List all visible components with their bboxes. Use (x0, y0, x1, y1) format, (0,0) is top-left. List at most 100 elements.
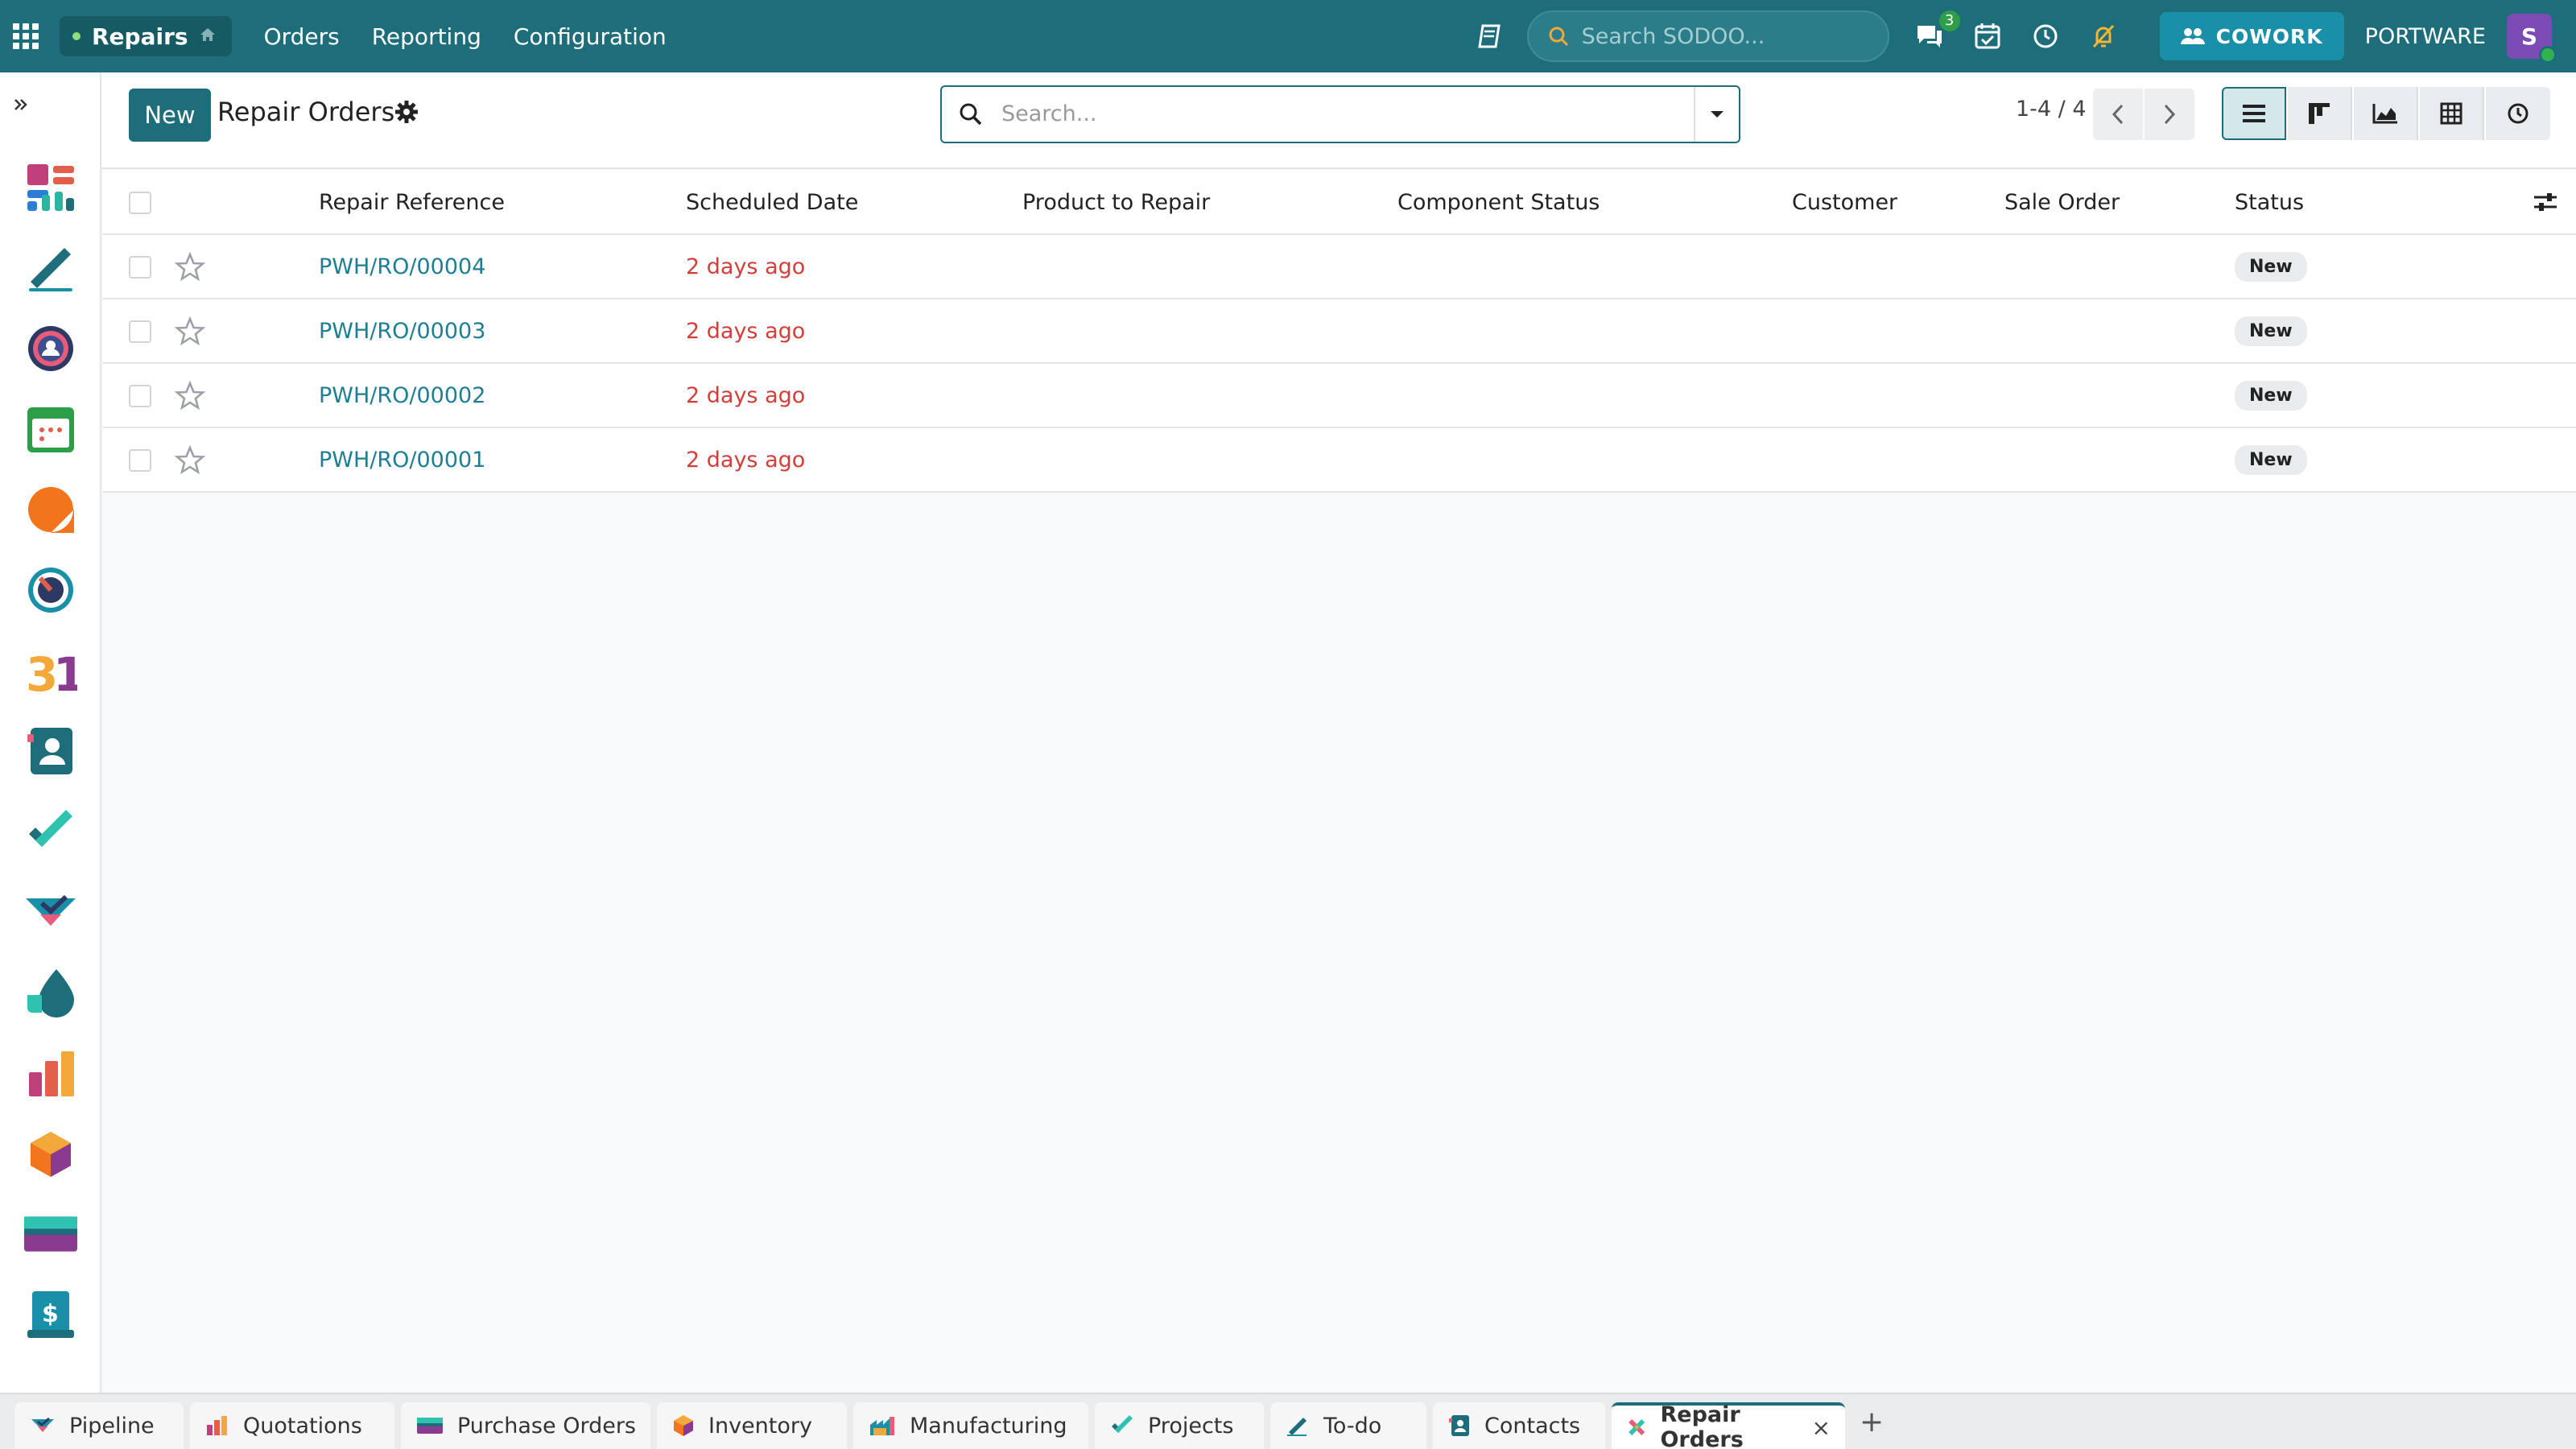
tab-manufacturing[interactable]: Manufacturing (853, 1402, 1088, 1449)
column-header-product-to-repair[interactable]: Product to Repair (1022, 171, 1210, 233)
repair-reference[interactable]: PWH/RO/00001 (319, 428, 485, 491)
pivot-view-button[interactable] (2420, 87, 2484, 140)
row-checkbox[interactable] (129, 385, 151, 407)
tab-todo[interactable]: To-do (1270, 1402, 1426, 1449)
column-header-component-status[interactable]: Component Status (1397, 171, 1600, 233)
list-view-button[interactable] (2222, 87, 2286, 140)
menu-orders[interactable]: Orders (264, 23, 340, 50)
sidebar-app-contacts-icon[interactable] (24, 724, 77, 778)
cowork-button[interactable]: COWORK (2159, 12, 2344, 60)
new-button[interactable]: New (129, 89, 211, 142)
pager-value[interactable]: 1-4 / 4 (2016, 97, 2087, 122)
close-tab-icon[interactable]: × (1812, 1414, 1831, 1441)
sidebar-app-calendar-icon[interactable] (24, 402, 77, 456)
tab-purchase-orders[interactable]: Purchase Orders (401, 1402, 650, 1449)
tab-repair-orders[interactable]: Repair Orders × (1612, 1402, 1845, 1449)
repair-reference[interactable]: PWH/RO/00002 (319, 364, 485, 427)
add-tab-icon[interactable]: + (1860, 1406, 1884, 1439)
svg-text:$: $ (42, 1300, 59, 1328)
search-options-dropdown-icon[interactable] (1694, 87, 1739, 142)
row-checkbox[interactable] (129, 256, 151, 279)
avatar-letter: S (2520, 23, 2538, 50)
table-row[interactable]: PWH/RO/00002 2 days ago New (103, 364, 2576, 428)
column-header-customer[interactable]: Customer (1792, 171, 1897, 233)
user-avatar[interactable]: S (2507, 14, 2557, 64)
svg-text:1: 1 (53, 647, 77, 696)
priority-star-icon[interactable] (174, 316, 206, 348)
global-search-input[interactable]: Search SODOO... (1526, 10, 1889, 62)
sidebar-app-discuss-icon[interactable] (24, 322, 77, 375)
priority-star-icon[interactable] (174, 444, 206, 477)
sidebar-app-inventory-icon[interactable] (24, 1127, 77, 1180)
tab-contacts[interactable]: Contacts (1433, 1402, 1605, 1449)
kanban-view-button[interactable] (2288, 87, 2352, 140)
repair-reference[interactable]: PWH/RO/00003 (319, 299, 485, 362)
sidebar-app-sign-icon[interactable] (24, 242, 77, 295)
scheduled-date: 2 days ago (686, 447, 806, 473)
menu-reporting[interactable]: Reporting (372, 23, 481, 50)
tab-label: Contacts (1484, 1413, 1581, 1439)
current-app-button[interactable]: Repairs (60, 16, 232, 56)
sidebar-app-reports-icon[interactable] (24, 1046, 77, 1100)
table-header: Repair Reference Scheduled Date Product … (103, 171, 2576, 235)
menu-configuration[interactable]: Configuration (514, 23, 667, 50)
gear-icon[interactable] (394, 100, 420, 126)
activity-bell-off-icon[interactable] (2086, 19, 2121, 54)
graph-view-button[interactable] (2354, 87, 2418, 140)
calendar-check-icon[interactable] (1970, 19, 2005, 54)
kanban-icon (2309, 103, 2330, 124)
search-placeholder: Search... (1001, 101, 1097, 126)
priority-star-icon[interactable] (174, 251, 206, 283)
table-row[interactable]: PWH/RO/00004 2 days ago New (103, 235, 2576, 299)
table-row[interactable]: PWH/RO/00003 2 days ago New (103, 299, 2576, 364)
row-checkbox[interactable] (129, 320, 151, 343)
top-navbar: Repairs Orders Reporting Configuration S… (0, 0, 2576, 72)
sidebar-expand-icon[interactable] (0, 72, 100, 137)
column-header-status[interactable]: Status (2235, 171, 2304, 233)
app-name: Repairs (92, 23, 188, 50)
cowork-label: COWORK (2215, 24, 2323, 48)
row-checkbox[interactable] (129, 449, 151, 472)
clock-icon[interactable] (2028, 19, 2063, 54)
tab-label: Manufacturing (910, 1413, 1067, 1439)
pager-previous-button[interactable] (2093, 89, 2143, 140)
sidebar-app-crm-icon[interactable] (24, 483, 77, 536)
sidebar-app-timer-icon[interactable] (24, 564, 77, 617)
tab-inventory[interactable]: Inventory (657, 1402, 847, 1449)
column-header-scheduled-date[interactable]: Scheduled Date (686, 171, 858, 233)
apps-menu-icon[interactable] (0, 0, 52, 72)
list-icon (2243, 105, 2265, 122)
messages-icon[interactable]: 3 (1912, 10, 1960, 54)
card-icon (417, 1418, 443, 1434)
tab-label: Purchase Orders (457, 1413, 636, 1439)
factory-icon (870, 1417, 894, 1435)
sidebar-app-drop-icon[interactable] (24, 966, 77, 1019)
select-all-checkbox[interactable] (129, 192, 151, 214)
sidebar-app-invoicing-icon[interactable]: $ (24, 1288, 77, 1341)
optional-columns-icon[interactable] (2533, 190, 2558, 217)
sidebar-app-pipeline-icon[interactable] (24, 886, 77, 939)
search-input[interactable]: Search... (940, 85, 1740, 143)
sidebar-app-todo-icon[interactable] (24, 805, 77, 858)
sidebar-app-31-icon[interactable]: 31 (24, 644, 77, 697)
column-header-sale-order[interactable]: Sale Order (2004, 171, 2120, 233)
repair-orders-table: Repair Reference Scheduled Date Product … (103, 171, 2576, 493)
repair-reference[interactable]: PWH/RO/00004 (319, 235, 485, 298)
home-icon (200, 27, 216, 47)
tab-quotations[interactable]: Quotations (190, 1402, 394, 1449)
pager-next-button[interactable] (2145, 89, 2194, 140)
column-header-repair-reference[interactable]: Repair Reference (319, 171, 505, 233)
tab-projects[interactable]: Projects (1095, 1402, 1264, 1449)
tab-pipeline[interactable]: Pipeline (14, 1402, 184, 1449)
knowledge-book-icon[interactable] (1474, 20, 1506, 52)
table-row[interactable]: PWH/RO/00001 2 days ago New (103, 428, 2576, 493)
tab-label: Projects (1148, 1413, 1234, 1439)
sidebar-app-card-icon[interactable] (24, 1208, 77, 1261)
clock-icon (2508, 103, 2529, 124)
app-sidebar: 31 $ (0, 72, 101, 1393)
activity-view-button[interactable] (2486, 87, 2550, 140)
online-status-icon (2539, 46, 2557, 64)
sidebar-app-dashboards-icon[interactable] (24, 161, 77, 214)
priority-star-icon[interactable] (174, 380, 206, 412)
company-switcher[interactable]: PORTWARE (2365, 24, 2486, 49)
